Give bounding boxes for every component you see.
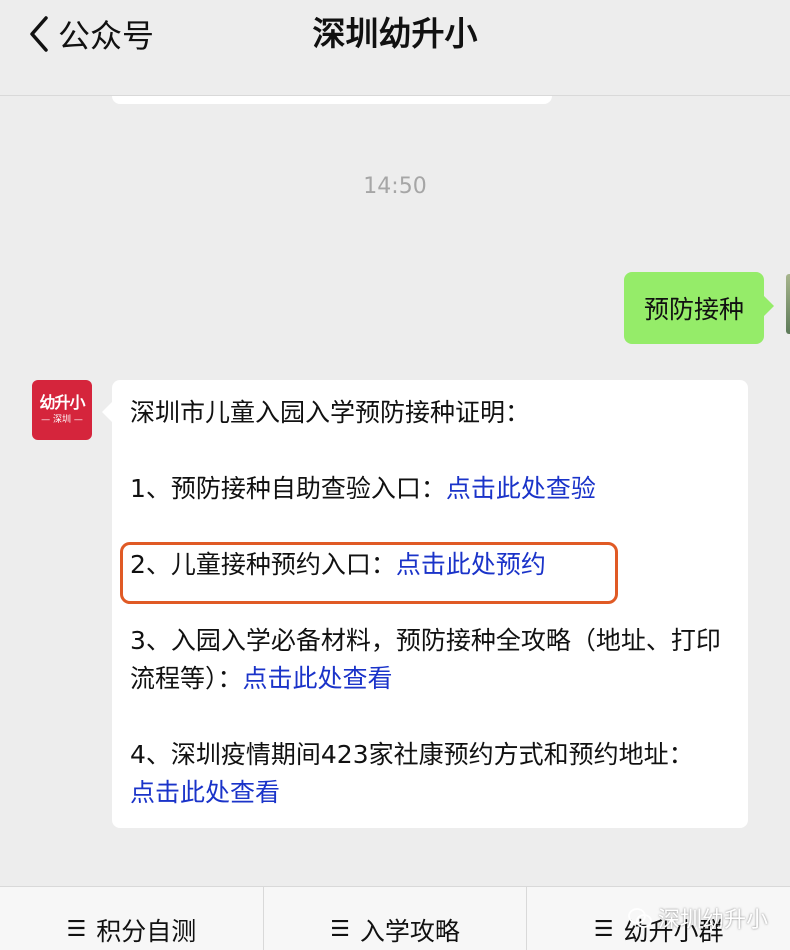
watermark-text: 深圳幼升小 (657, 908, 768, 933)
message-item-3: 3、入园入学必备材料，预防接种全攻略（地址、打印流程等）：点击此处查看 (130, 622, 730, 698)
bot-message-intro: 深圳市儿童入园入学预防接种证明： (130, 398, 531, 427)
avatar-logo-text: 幼升小 (39, 393, 85, 412)
chat-area[interactable]: 14:50 预防接种 幼升小 — 深圳 — 深圳市儿童入园入学预防接种证明： 1… (0, 96, 790, 886)
menu-icon: ☰ (330, 917, 350, 942)
message-timestamp: 14:50 (363, 174, 427, 199)
link-view-guide[interactable]: 点击此处查看 (243, 664, 393, 693)
previous-message-bubble (112, 96, 552, 104)
menu-item-label: 入学攻略 (359, 916, 460, 946)
link-check[interactable]: 点击此处查验 (446, 474, 596, 503)
header-bar: 公众号 深圳幼升小 (0, 0, 790, 96)
page-title: 深圳幼升小 (312, 14, 478, 53)
avatar-logo-subtext: — 深圳 — (41, 415, 83, 425)
bot-message-bubble: 深圳市儿童入园入学预防接种证明： 1、预防接种自助查验入口：点击此处查验 2、儿… (102, 380, 748, 828)
user-message-bubble[interactable]: 预防接种 (623, 272, 775, 344)
menu-item-points-test[interactable]: ☰ 积分自测 (0, 887, 264, 950)
link-reserve[interactable]: 点击此处预约 (396, 550, 546, 579)
item-text: 3、入园入学必备材料，预防接种全攻略（地址、打印流程等）： (130, 626, 721, 693)
message-item-2: 2、儿童接种预约入口：点击此处预约 (130, 546, 730, 584)
item-text: 4、深圳疫情期间423家社康预约方式和预约地址： (130, 740, 694, 769)
link-view-clinics[interactable]: 点击此处查看 (130, 778, 280, 807)
user-avatar[interactable] (786, 274, 790, 334)
menu-item-label: 积分自测 (96, 916, 197, 946)
watermark: 深圳幼升小 (628, 902, 768, 934)
user-message-text: 预防接种 (643, 295, 744, 324)
wechat-icon (628, 908, 652, 928)
item-text: 2、儿童接种预约入口： (130, 550, 396, 579)
menu-item-admission-guide[interactable]: ☰ 入学攻略 (264, 887, 528, 950)
menu-icon: ☰ (66, 917, 87, 942)
message-item-4: 4、深圳疫情期间423家社康预约方式和预约地址： 点击此处查看 (130, 736, 730, 812)
message-item-1: 1、预防接种自助查验入口：点击此处查验 (130, 470, 730, 508)
menu-icon: ☰ (593, 917, 614, 942)
item-text: 1、预防接种自助查验入口： (130, 474, 446, 503)
bot-avatar[interactable]: 幼升小 — 深圳 — (32, 380, 92, 440)
